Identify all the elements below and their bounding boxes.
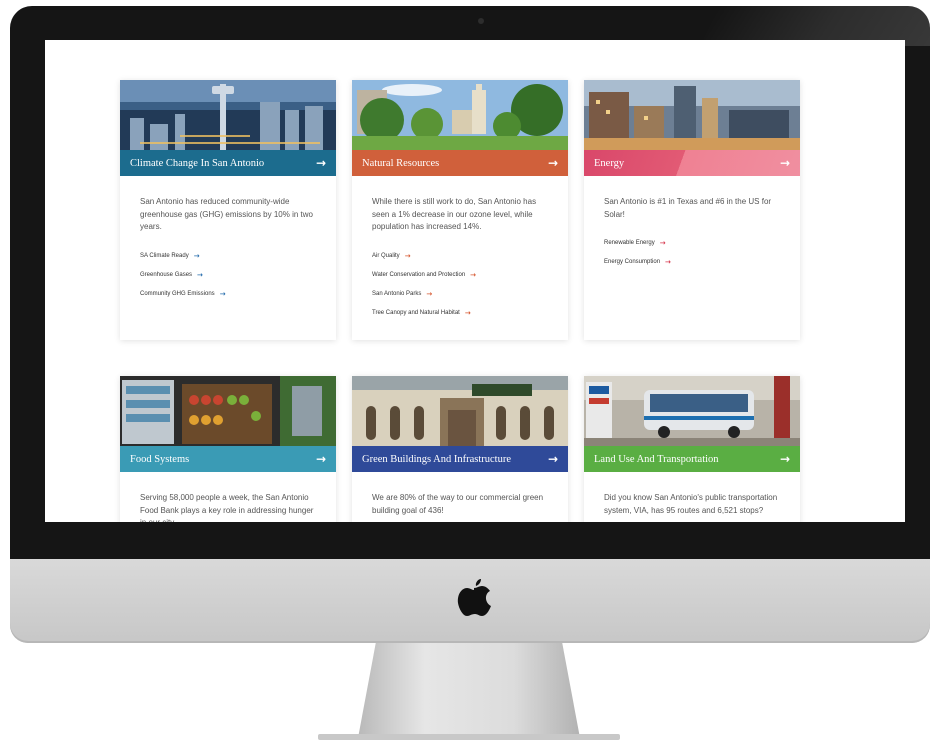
card-title: Energy xyxy=(594,157,625,169)
link-water-conservation[interactable]: Water Conservation and Protection → xyxy=(372,271,548,279)
card-image-city-skyline xyxy=(120,80,336,150)
link-community-ghg-emissions[interactable]: Community GHG Emissions → xyxy=(140,290,316,298)
link-label[interactable]: San Antonio Parks xyxy=(372,291,421,297)
arrow-right-icon[interactable]: → xyxy=(316,156,326,170)
card-bar-climate[interactable]: Climate Change In San Antonio → xyxy=(120,150,336,176)
link-air-quality[interactable]: Air Quality → xyxy=(372,252,548,260)
card-bar-land-use[interactable]: Land Use And Transportation → xyxy=(584,446,800,472)
arrow-right-icon: → xyxy=(659,239,666,247)
card-bar-green-buildings[interactable]: Green Buildings And Infrastructure → xyxy=(352,446,568,472)
link-label[interactable]: Community GHG Emissions xyxy=(140,291,215,297)
arrow-right-icon: → xyxy=(197,270,203,279)
link-label[interactable]: Renewable Energy xyxy=(604,240,655,246)
card-title: Climate Change In San Antonio xyxy=(130,157,265,169)
link-label[interactable]: Water Conservation and Protection xyxy=(372,272,465,278)
card-land-use: Land Use And Transportation → Did you kn… xyxy=(584,376,800,522)
monitor-stand xyxy=(358,643,580,738)
arrow-right-icon: → xyxy=(464,308,471,317)
arrow-right-icon: → xyxy=(193,251,200,260)
card-bar-energy[interactable]: Energy → xyxy=(584,150,800,176)
link-label[interactable]: SA Climate Ready xyxy=(140,253,189,259)
arrow-right-icon[interactable]: → xyxy=(780,156,790,170)
card-title: Land Use And Transportation xyxy=(594,453,719,465)
link-label[interactable]: Tree Canopy and Natural Habitat xyxy=(372,310,460,316)
arrow-right-icon: → xyxy=(470,270,477,279)
card-title: Natural Resources xyxy=(362,157,440,169)
apple-logo-icon xyxy=(457,579,491,616)
arrow-right-icon: → xyxy=(404,251,411,260)
card-image-bus-street xyxy=(584,376,800,446)
arrow-right-icon[interactable]: → xyxy=(548,452,558,466)
imac-monitor: Climate Change In San Antonio → San Anto… xyxy=(0,0,930,741)
card-green-buildings: Green Buildings And Infrastructure → We … xyxy=(352,376,568,522)
screen: Climate Change In San Antonio → San Anto… xyxy=(45,40,905,522)
card-title: Green Buildings And Infrastructure xyxy=(362,453,512,465)
link-sa-climate-ready[interactable]: SA Climate Ready → xyxy=(140,252,316,260)
card-image-park xyxy=(352,80,568,150)
card-natural-resources: Natural Resources → While there is still… xyxy=(352,80,568,340)
card-description: Serving 58,000 people a week, the San An… xyxy=(140,493,314,522)
card-description: San Antonio has reduced community-wide g… xyxy=(140,197,313,231)
card-energy: Energy → San Antonio is #1 in Texas and … xyxy=(584,80,800,340)
arrow-right-icon[interactable]: → xyxy=(316,452,326,466)
camera-icon xyxy=(478,18,484,24)
card-image-downtown xyxy=(584,80,800,150)
link-renewable-energy[interactable]: Renewable Energy → xyxy=(604,239,780,247)
card-description: We are 80% of the way to our commercial … xyxy=(372,493,544,515)
arrow-right-icon[interactable]: → xyxy=(780,452,790,466)
card-title: Food Systems xyxy=(130,453,190,465)
link-tree-canopy[interactable]: Tree Canopy and Natural Habitat → xyxy=(372,309,548,317)
arrow-right-icon: → xyxy=(665,258,671,266)
arrow-right-icon[interactable]: → xyxy=(548,156,558,170)
link-label[interactable]: Energy Consumption xyxy=(604,259,660,265)
card-bar-natural-resources[interactable]: Natural Resources → xyxy=(352,150,568,176)
arrow-right-icon: → xyxy=(426,289,433,298)
card-description: While there is still work to do, San Ant… xyxy=(372,197,537,231)
link-energy-consumption[interactable]: Energy Consumption → xyxy=(604,258,780,266)
card-description: Did you know San Antonio's public transp… xyxy=(604,493,778,515)
card-image-grocery xyxy=(120,376,336,446)
card-climate-change: Climate Change In San Antonio → San Anto… xyxy=(120,80,336,340)
link-label[interactable]: Air Quality xyxy=(372,253,400,259)
monitor-stand-base xyxy=(318,734,620,740)
link-san-antonio-parks[interactable]: San Antonio Parks → xyxy=(372,290,548,298)
card-bar-food-systems[interactable]: Food Systems → xyxy=(120,446,336,472)
link-label[interactable]: Greenhouse Gases xyxy=(140,272,192,278)
link-greenhouse-gases[interactable]: Greenhouse Gases → xyxy=(140,271,316,279)
arrow-right-icon: → xyxy=(219,289,226,298)
card-food-systems: Food Systems → Serving 58,000 people a w… xyxy=(120,376,336,522)
card-description: San Antonio is #1 in Texas and #6 in the… xyxy=(604,197,772,219)
card-image-historic-building xyxy=(352,376,568,446)
